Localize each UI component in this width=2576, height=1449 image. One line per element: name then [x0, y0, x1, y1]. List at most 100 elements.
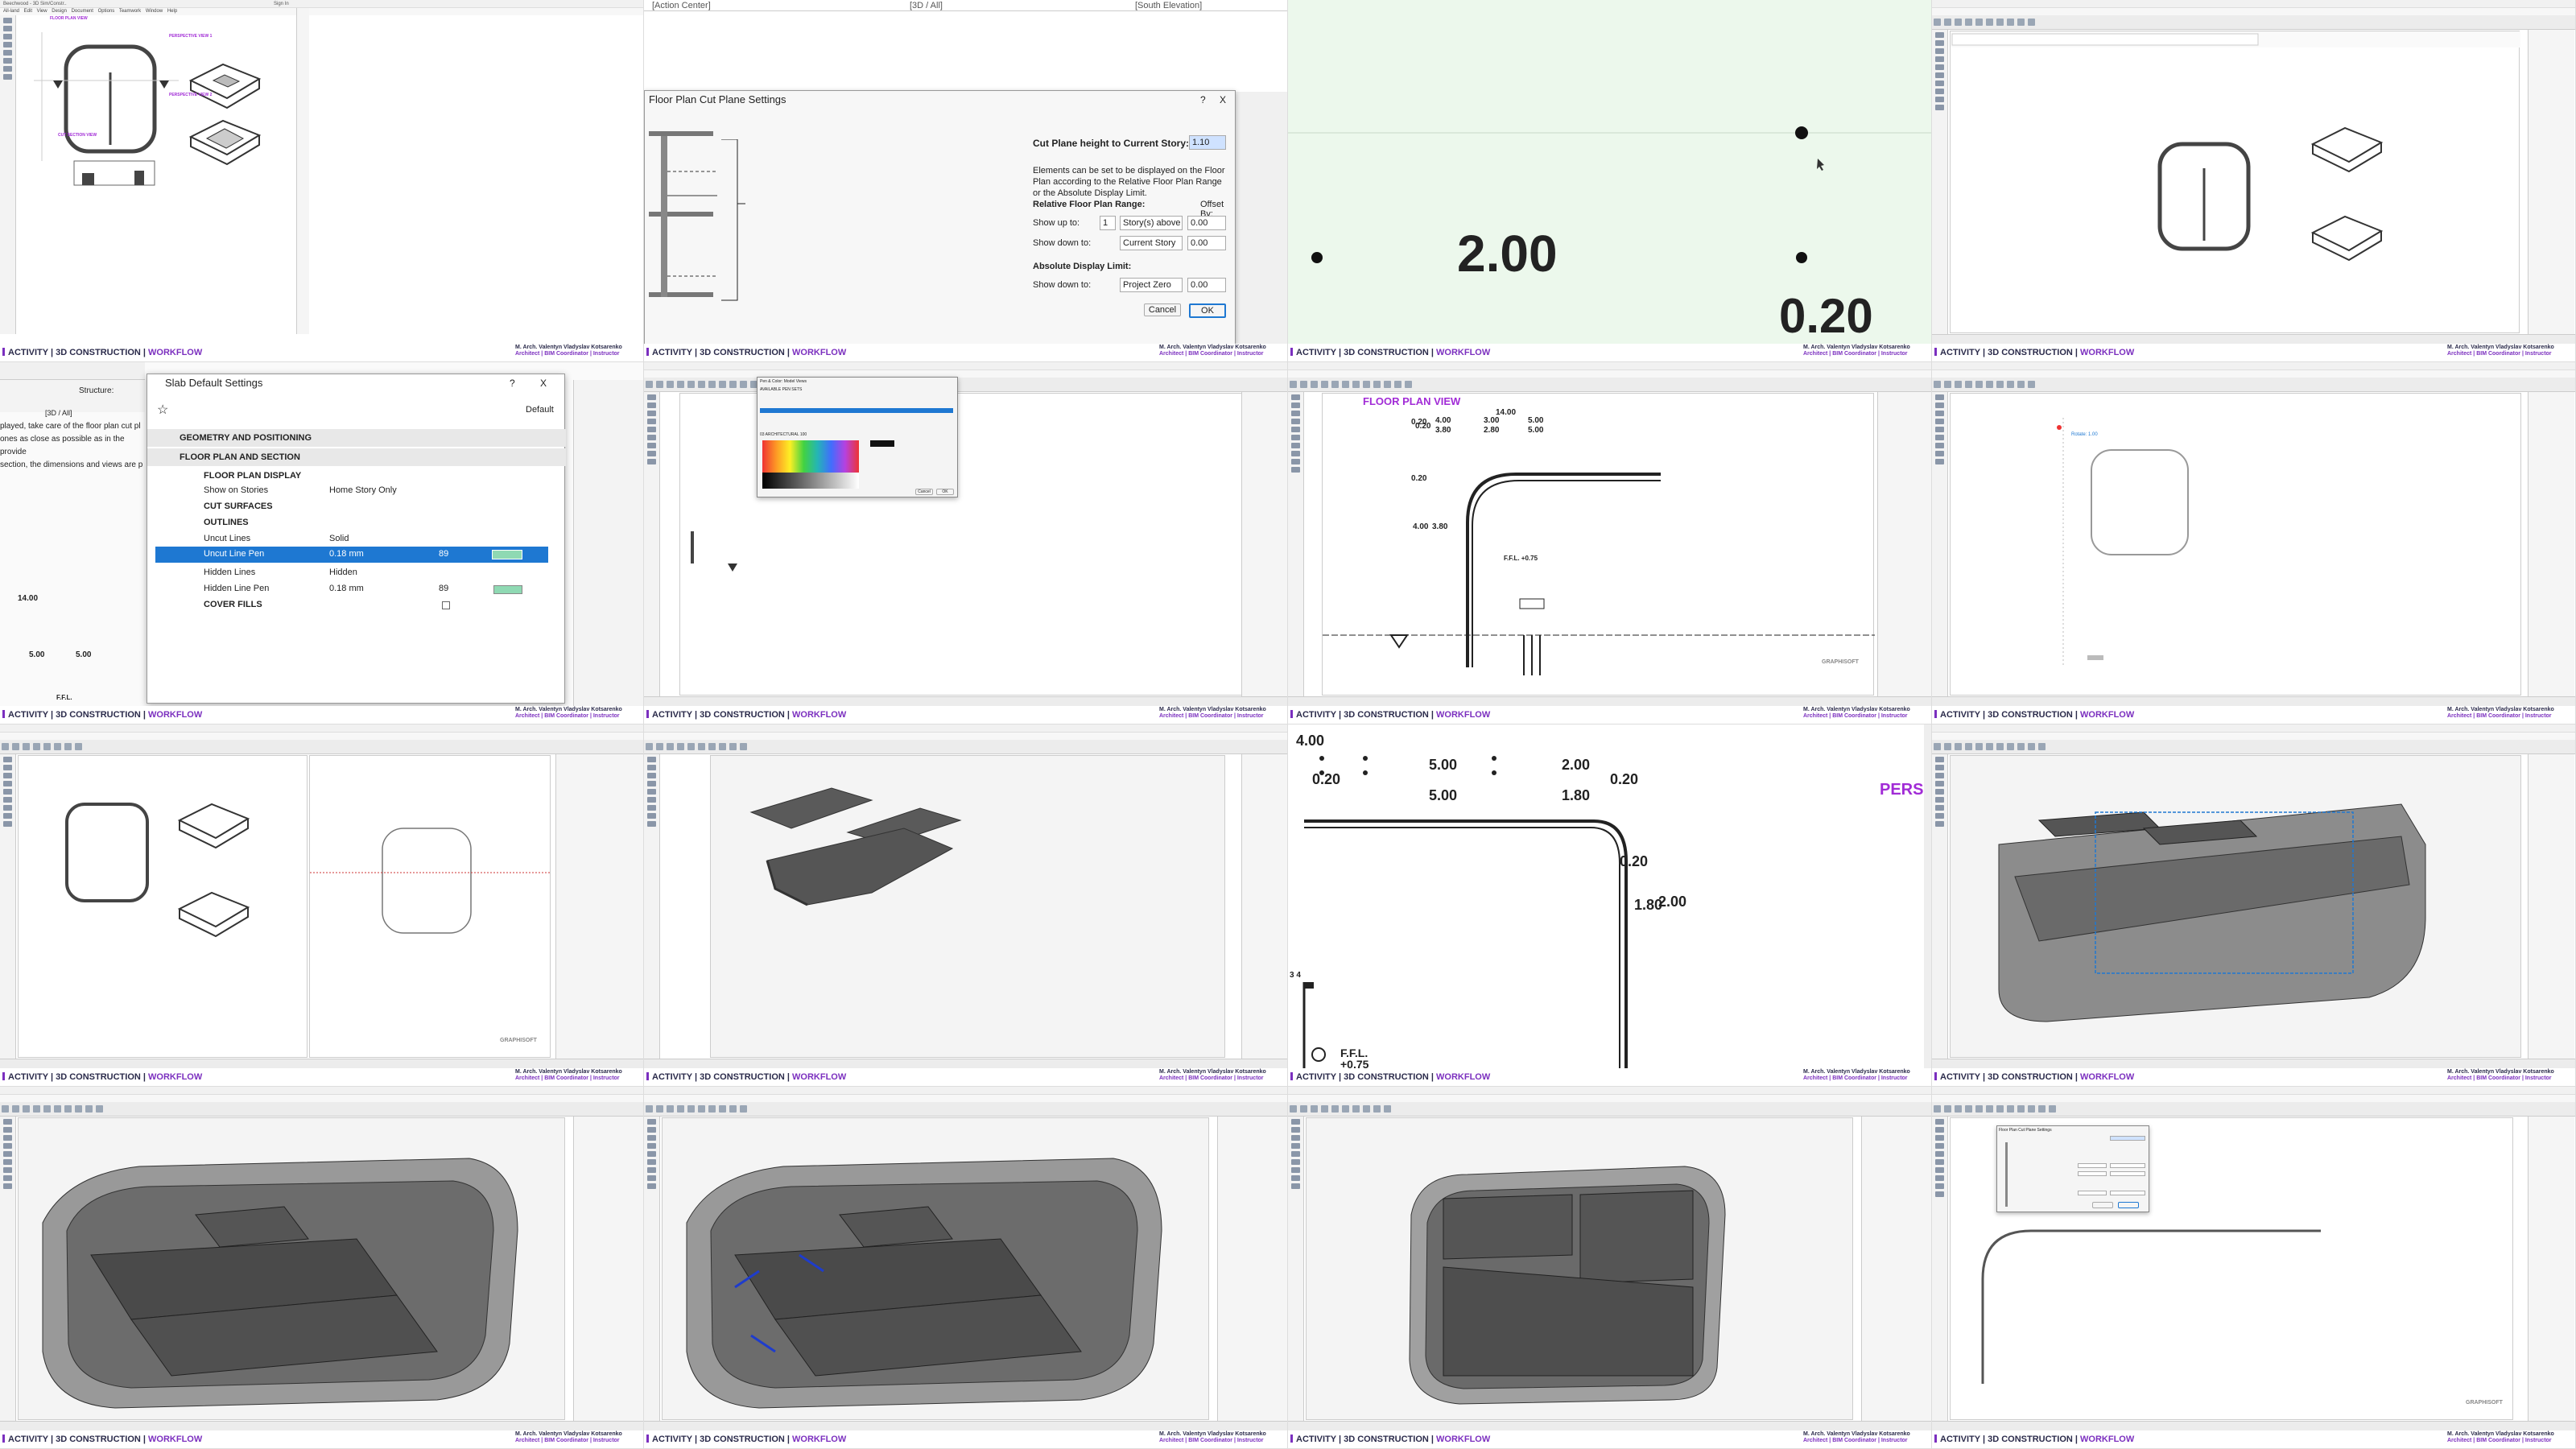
section-floor-plan[interactable]: FLOOR PLAN AND SECTION	[147, 448, 566, 466]
cancel-button[interactable]: Cancel	[1144, 303, 1181, 316]
hidden-lines-value[interactable]: Hidden	[329, 568, 357, 577]
uncut-line-pen-row[interactable]: Uncut Line Pen 0.18 mm 89	[155, 547, 548, 563]
absolute-limit-label: Absolute Display Limit:	[1033, 262, 1132, 271]
3d-canvas[interactable]	[18, 1117, 565, 1420]
navigator-panel[interactable]	[1861, 1117, 1931, 1421]
window-tab-label[interactable]: Beechwood - 3D Sim/Constr..	[3, 2, 67, 6]
floor-plan-canvas[interactable]: Rotate: 1.00	[1950, 393, 2521, 696]
cut-plane-description: Elements can be set to be displayed on t…	[1033, 166, 1225, 198]
tab-action-center[interactable]: [Action Center]	[652, 0, 711, 11]
hidden-line-pen-value[interactable]: 0.18 mm	[329, 584, 364, 593]
navigator-panel[interactable]	[2528, 30, 2574, 334]
menu-bar[interactable]	[1932, 8, 2575, 15]
show-up-count-input[interactable]: 1	[1100, 216, 1116, 230]
tile-cut-plane-dialog: [Action Center] [3D / All] [South Elevat…	[644, 0, 1288, 362]
close-icon[interactable]: X	[1220, 94, 1226, 105]
help-icon[interactable]: ?	[1200, 94, 1206, 105]
window-title-bar: Beechwood - 3D Sim/Constr.. Sign In	[0, 0, 643, 8]
toolbar[interactable]	[1932, 1102, 2575, 1117]
view-3d-label: [3D / All]	[45, 409, 72, 417]
floor-plan-canvas[interactable]: FLOOR PLAN VIEW 4.00 3.00 5.00 14.00 5.0…	[1322, 393, 1875, 696]
toolbar[interactable]	[644, 1102, 1287, 1117]
toolbar[interactable]	[1288, 378, 1931, 392]
ok-button[interactable]: OK	[1189, 303, 1226, 318]
favorites-star-icon[interactable]: ☆	[157, 402, 168, 418]
show-on-label: Show on Stories	[204, 485, 269, 495]
footer: ACTIVITY | 3D CONSTRUCTION | WORKFLOW M. …	[0, 1068, 643, 1086]
cancel-button[interactable]	[2092, 1202, 2113, 1208]
layout-canvas[interactable]	[1950, 31, 2520, 333]
layout-canvas[interactable]	[18, 755, 308, 1058]
abs-offset-input[interactable]: 0.00	[1187, 278, 1226, 292]
navigator-panel[interactable]	[573, 1117, 643, 1421]
plan-canvas[interactable]: GRAPHISOFT	[309, 755, 551, 1058]
3d-canvas[interactable]	[1950, 755, 2521, 1058]
zoom-plan-canvas[interactable]: 4.00 5.00 2.00 0.20 5.00 1.80 0.20 0.20 …	[1288, 724, 1931, 1071]
footer: ACTIVITY | 3D CONSTRUCTION | WORKFLOW M. …	[0, 344, 643, 361]
navigator-panel[interactable]	[573, 380, 643, 707]
menu-bar[interactable]: All-land Edit View Design Document Optio…	[0, 8, 643, 15]
toolbar[interactable]	[0, 740, 643, 754]
scrollbar[interactable]	[1924, 724, 1931, 1069]
instruction-text: played, take care of the floor plan cut …	[0, 422, 143, 469]
toolbar[interactable]	[644, 378, 1287, 392]
cut-surfaces-heading[interactable]: CUT SURFACES	[204, 502, 273, 511]
navigator-panel[interactable]	[555, 754, 643, 1059]
cut-height-input[interactable]	[2110, 1136, 2145, 1141]
navigator-panel[interactable]	[1241, 392, 1287, 696]
outlines-heading[interactable]: OUTLINES	[204, 518, 249, 527]
layout-canvas[interactable]: FLOOR PLAN VIEW PERSPECTIVE VIEW 1 PERSP…	[18, 16, 630, 332]
toolbar[interactable]	[644, 740, 1287, 754]
ok-button[interactable]	[2118, 1202, 2139, 1208]
zoom-canvas[interactable]: 2.00 0.20	[1288, 0, 1931, 345]
navigator-panel[interactable]	[1877, 392, 1931, 696]
cancel-button[interactable]: Cancel	[915, 489, 933, 495]
tab-3d-all[interactable]: [3D / All]	[910, 0, 943, 11]
3d-canvas[interactable]	[710, 755, 1225, 1058]
video-thumbnail-grid: Beechwood - 3D Sim/Constr.. Sign In All-l…	[0, 0, 2576, 1449]
navigator-panel[interactable]	[1217, 1117, 1287, 1421]
show-down-select[interactable]: Current Story	[1120, 236, 1183, 250]
pen-color-swatch-2[interactable]	[493, 585, 522, 594]
abs-select[interactable]: Project Zero	[1120, 278, 1183, 292]
tile-split-views: GRAPHISOFT ACTIVITY | 3D CONSTRUCTION | …	[0, 724, 644, 1087]
show-down-offset-input[interactable]: 0.00	[1187, 236, 1226, 250]
section-marker-icon	[53, 80, 63, 89]
3d-canvas[interactable]	[662, 1117, 1209, 1420]
selected-pen-set[interactable]	[760, 408, 953, 413]
navigator-panel[interactable]	[1241, 754, 1287, 1059]
tile-zoomed-dimension: 2.00 0.20 ACTIVITY | 3D CONSTRUCTION | W…	[1288, 0, 1932, 362]
cover-fills-heading[interactable]: COVER FILLS	[204, 600, 262, 609]
top-toolbar[interactable]	[0, 362, 145, 380]
sign-in-link[interactable]: Sign In	[274, 0, 289, 8]
toolbar[interactable]	[1932, 740, 2575, 754]
tile-cut-plane-small: GRAPHISOFT Floor Plan Cut Plane Settings…	[1932, 1087, 2576, 1449]
toolbox-panel	[1288, 1117, 1304, 1421]
navigator-panel[interactable]	[2528, 754, 2574, 1059]
3d-canvas[interactable]	[1306, 1117, 1853, 1420]
footer: ACTIVITY | 3D CONSTRUCTION | WORKFLOW M. …	[644, 1068, 1287, 1086]
ok-button[interactable]: OK	[936, 489, 954, 495]
navigator-panel[interactable]	[2528, 1117, 2574, 1421]
uncut-lines-value[interactable]: Solid	[329, 534, 349, 543]
show-up-select[interactable]: Story(s) above	[1120, 216, 1183, 230]
toolbar[interactable]	[1932, 15, 2575, 30]
footer: ACTIVITY | 3D CONSTRUCTION | WORKFLOW M. …	[1932, 1068, 2575, 1086]
toolbar[interactable]	[1932, 378, 2575, 392]
layout-drawing	[34, 32, 262, 186]
hidden-lines-label: Hidden Lines	[204, 568, 256, 577]
hidden-line-pen-number[interactable]: 89	[439, 584, 448, 593]
show-up-offset-input[interactable]: 0.00	[1187, 216, 1226, 230]
toolbar[interactable]	[0, 1102, 643, 1117]
cut-height-input[interactable]: 1.10	[1189, 135, 1226, 150]
footer: ACTIVITY | 3D CONSTRUCTION | WORKFLOW M. …	[0, 1430, 643, 1448]
toolbox-panel	[1932, 392, 1948, 696]
show-on-value[interactable]: Home Story Only	[329, 485, 397, 495]
help-icon[interactable]: ?	[510, 378, 515, 389]
close-icon[interactable]: X	[540, 378, 547, 389]
toolbar[interactable]	[1288, 1102, 1931, 1117]
cover-fills-checkbox[interactable]	[442, 601, 450, 609]
navigator-panel[interactable]	[2528, 392, 2574, 696]
tab-south-elevation[interactable]: [South Elevation]	[1135, 0, 1202, 11]
section-geometry[interactable]: GEOMETRY AND POSITIONING	[147, 429, 566, 447]
